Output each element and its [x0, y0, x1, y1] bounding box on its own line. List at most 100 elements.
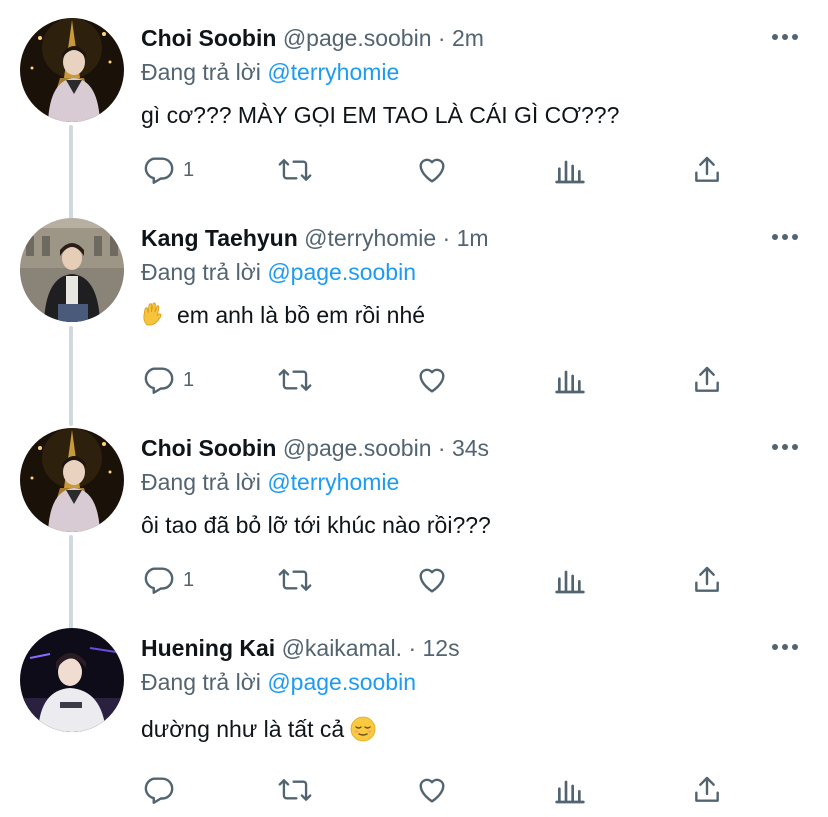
retweet-icon: [278, 569, 312, 591]
replying-to-label: Đang trả lời: [141, 59, 261, 85]
more-options-button[interactable]: [770, 22, 800, 52]
timestamp[interactable]: 1m: [457, 225, 489, 251]
avatar[interactable]: [20, 218, 124, 322]
replying-to: Đang trả lời @terryhomie: [141, 58, 399, 86]
reply-count: 1: [183, 158, 195, 181]
tweet-actions: 1: [141, 360, 741, 400]
tweet-text: em anh là bồ em rồi nhé: [141, 300, 425, 330]
share-button[interactable]: [691, 770, 723, 810]
replying-to-label: Đang trả lời: [141, 469, 261, 495]
mention-link[interactable]: @terryhomie: [267, 59, 399, 85]
timestamp[interactable]: 34s: [452, 435, 489, 461]
tweet[interactable]: Choi Soobin @page.soobin · 34s Đang trả …: [0, 410, 828, 615]
tweet[interactable]: Choi Soobin @page.soobin · 2m Đang trả l…: [0, 0, 828, 205]
more-icon: [772, 644, 798, 650]
avatar[interactable]: [20, 628, 124, 732]
waving-hand-emoji: [143, 302, 162, 326]
replying-to-label: Đang trả lời: [141, 259, 261, 285]
tweet-header: Kang Taehyun @terryhomie · 1m: [141, 224, 489, 252]
separator-dot: ·: [437, 25, 452, 51]
reply-count: 1: [183, 568, 195, 591]
analytics-icon: [555, 370, 585, 394]
separator-dot: ·: [408, 635, 423, 661]
tweet-text: ôi tao đã bỏ lỡ tới khúc nào rồi???: [141, 512, 491, 538]
tweet-header: Huening Kai @kaikamal. · 12s: [141, 634, 460, 662]
mention-link[interactable]: @page.soobin: [267, 259, 416, 285]
analytics-icon: [555, 570, 585, 594]
more-icon: [772, 234, 798, 240]
tweet-actions: 1: [141, 150, 741, 190]
reply-button[interactable]: [141, 770, 183, 810]
share-icon: [695, 566, 719, 592]
avatar[interactable]: [20, 428, 124, 532]
more-icon: [772, 34, 798, 40]
display-name[interactable]: Choi Soobin: [141, 435, 276, 461]
analytics-icon: [555, 160, 585, 184]
reply-icon: [144, 157, 174, 184]
tweet-text: dường như là tất cả: [141, 714, 376, 744]
retweet-button[interactable]: [277, 560, 313, 600]
retweet-icon: [278, 779, 312, 801]
share-button[interactable]: [691, 560, 723, 600]
share-icon: [695, 156, 719, 182]
share-button[interactable]: [691, 150, 723, 190]
separator-dot: ·: [437, 435, 452, 461]
like-button[interactable]: [415, 360, 449, 400]
like-button[interactable]: [415, 560, 449, 600]
retweet-button[interactable]: [277, 770, 313, 810]
more-options-button[interactable]: [770, 432, 800, 462]
analytics-button[interactable]: [554, 560, 586, 600]
tweet-text-content: dường như là tất cả: [141, 716, 345, 742]
mention-link[interactable]: @page.soobin: [267, 669, 416, 695]
like-button[interactable]: [415, 770, 449, 810]
tweet-actions: [141, 770, 741, 810]
separator-dot: ·: [442, 225, 457, 251]
analytics-button[interactable]: [554, 360, 586, 400]
more-options-button[interactable]: [770, 632, 800, 662]
user-handle[interactable]: @terryhomie: [304, 225, 436, 251]
display-name[interactable]: Kang Taehyun: [141, 225, 298, 251]
replying-to: Đang trả lời @page.soobin: [141, 668, 416, 696]
relieved-face-emoji: [350, 716, 376, 742]
timestamp[interactable]: 2m: [452, 25, 484, 51]
tweet[interactable]: Kang Taehyun @terryhomie · 1m Đang trả l…: [0, 200, 828, 405]
reply-button[interactable]: 1: [141, 560, 194, 600]
reply-button[interactable]: 1: [141, 150, 194, 190]
share-icon: [695, 776, 719, 802]
retweet-button[interactable]: [277, 150, 313, 190]
heart-icon: [419, 778, 445, 803]
more-icon: [772, 444, 798, 450]
replying-to: Đang trả lời @terryhomie: [141, 468, 399, 496]
reply-icon: [144, 567, 174, 594]
share-button[interactable]: [691, 360, 723, 400]
timestamp[interactable]: 12s: [423, 635, 460, 661]
reply-button[interactable]: 1: [141, 360, 194, 400]
avatar[interactable]: [20, 18, 124, 122]
like-button[interactable]: [415, 150, 449, 190]
tweet-text: gì cơ??? MÀY GỌI EM TAO LÀ CÁI GÌ CƠ???: [141, 102, 620, 128]
analytics-button[interactable]: [554, 770, 586, 810]
user-handle[interactable]: @page.soobin: [283, 435, 432, 461]
reply-count: 1: [183, 368, 195, 391]
display-name[interactable]: Huening Kai: [141, 635, 275, 661]
replying-to: Đang trả lời @page.soobin: [141, 258, 416, 286]
user-handle[interactable]: @page.soobin: [283, 25, 432, 51]
tweet-header: Choi Soobin @page.soobin · 34s: [141, 434, 489, 462]
analytics-icon: [555, 780, 585, 804]
retweet-icon: [278, 159, 312, 181]
tweet-header: Choi Soobin @page.soobin · 2m: [141, 24, 484, 52]
user-handle[interactable]: @kaikamal.: [282, 635, 403, 661]
analytics-button[interactable]: [554, 150, 586, 190]
reply-icon: [144, 777, 174, 804]
retweet-icon: [278, 369, 312, 391]
heart-icon: [419, 158, 445, 183]
tweet[interactable]: Huening Kai @kaikamal. · 12s Đang trả lờ…: [0, 610, 828, 815]
display-name[interactable]: Choi Soobin: [141, 25, 276, 51]
mention-link[interactable]: @terryhomie: [267, 469, 399, 495]
heart-icon: [419, 568, 445, 593]
tweet-actions: 1: [141, 560, 741, 600]
more-options-button[interactable]: [770, 222, 800, 252]
share-icon: [695, 366, 719, 392]
replying-to-label: Đang trả lời: [141, 669, 261, 695]
retweet-button[interactable]: [277, 360, 313, 400]
